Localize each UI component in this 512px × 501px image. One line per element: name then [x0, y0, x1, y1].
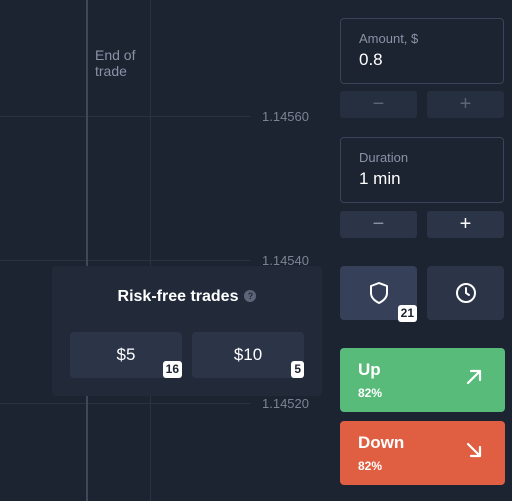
- duration-value: 1 min: [359, 169, 401, 188]
- duration-increase-button[interactable]: +: [427, 211, 504, 238]
- down-button[interactable]: Down 82%: [340, 421, 505, 485]
- duration-field[interactable]: Duration 1 min: [340, 137, 504, 203]
- risk-free-option-label: $10: [233, 345, 263, 364]
- arrow-down-right-icon: [466, 442, 482, 458]
- grid-line: [0, 260, 250, 261]
- end-of-trade-label: End of trade: [95, 47, 136, 79]
- down-label: Down: [358, 433, 405, 452]
- shield-icon: [369, 282, 388, 304]
- shield-count-badge: 21: [397, 305, 417, 322]
- grid-line: [0, 116, 250, 117]
- up-label: Up: [358, 360, 381, 379]
- risk-free-title-text: Risk-free trades: [117, 288, 239, 305]
- risk-free-count-badge: 5: [291, 361, 304, 378]
- amount-field[interactable]: Amount, $ 0.8: [340, 18, 504, 84]
- price-chart: End of trade 1.14560 1.14540 1.14520 Ris…: [0, 0, 332, 501]
- risk-free-trades-panel: Risk-free trades? $5 16 $10 5: [52, 266, 322, 396]
- amount-value: 0.8: [359, 50, 383, 69]
- price-level-label: 1.14560: [262, 109, 309, 124]
- up-button[interactable]: Up 82%: [340, 348, 505, 412]
- risk-free-title: Risk-free trades?: [52, 288, 322, 306]
- timer-button[interactable]: [427, 266, 504, 320]
- grid-line: [0, 403, 250, 404]
- risk-free-count-badge: 16: [162, 361, 182, 378]
- duration-label: Duration: [359, 150, 409, 165]
- help-circle-icon[interactable]: ?: [244, 290, 257, 302]
- clock-icon: [455, 283, 476, 303]
- amount-increase-button[interactable]: +: [427, 91, 504, 118]
- risk-free-option-5[interactable]: $5 16: [70, 332, 182, 378]
- price-level-label: 1.14520: [262, 396, 309, 411]
- risk-free-option-label: $5: [116, 345, 136, 364]
- amount-label: Amount, $: [359, 31, 419, 46]
- duration-decrease-button[interactable]: −: [340, 211, 417, 238]
- risk-free-option-10[interactable]: $10 5: [192, 332, 304, 378]
- end-of-trade-line: [86, 0, 88, 501]
- amount-decrease-button[interactable]: −: [340, 91, 417, 118]
- arrow-up-right-icon: [466, 369, 482, 385]
- down-payout: 82%: [358, 459, 383, 473]
- up-payout: 82%: [358, 386, 383, 400]
- risk-free-shield-button[interactable]: 21: [340, 266, 417, 322]
